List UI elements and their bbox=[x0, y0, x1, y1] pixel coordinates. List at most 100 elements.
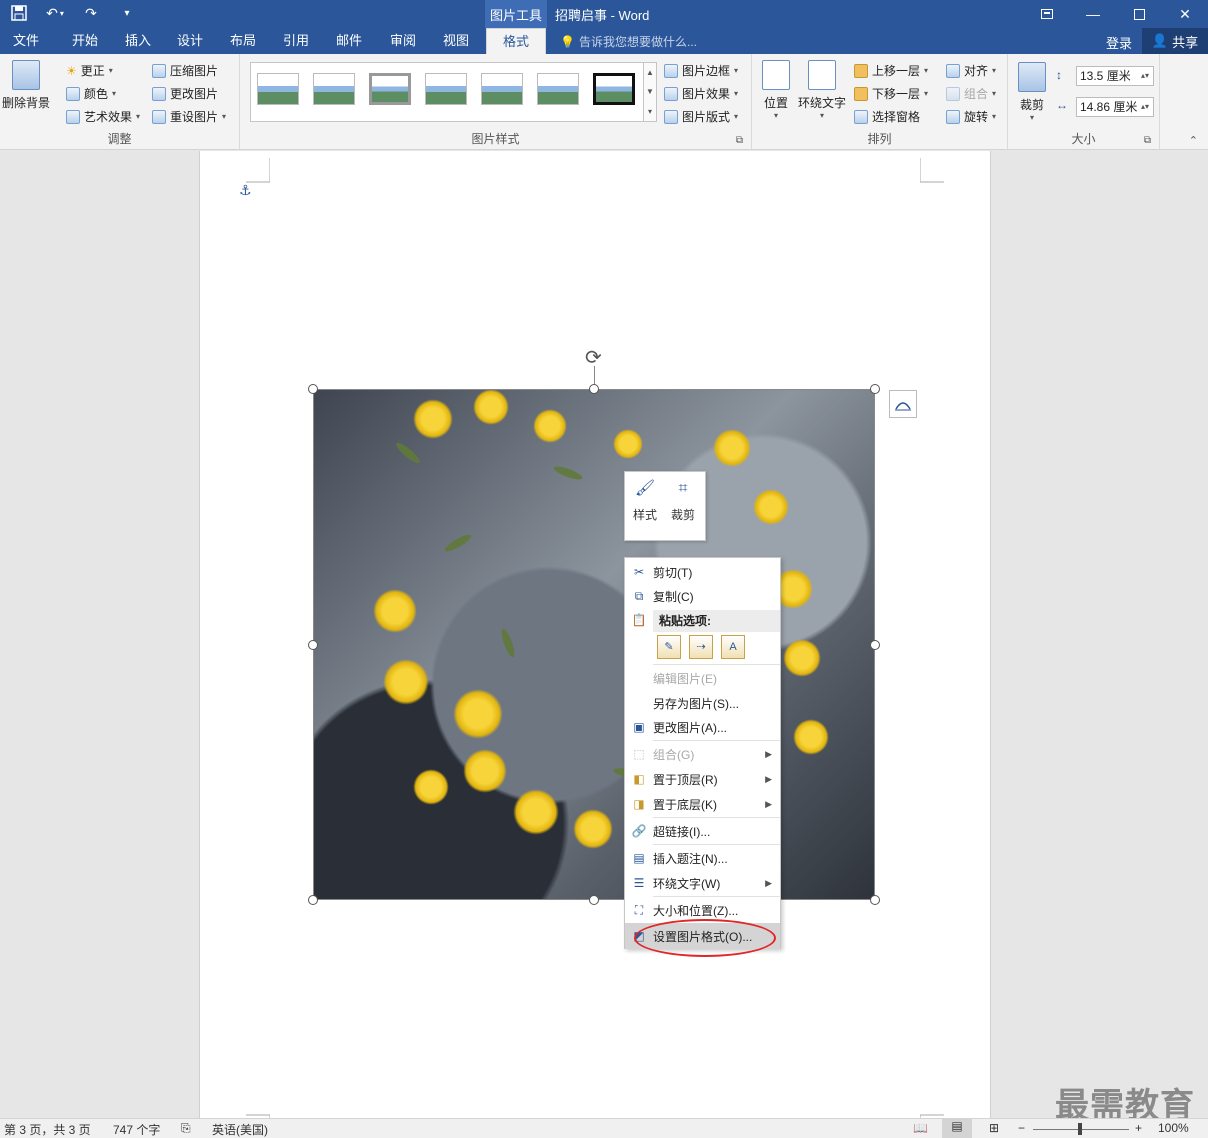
picture-effects-button[interactable]: 图片效果 ▾ bbox=[664, 85, 738, 102]
tell-me-box[interactable]: 💡 告诉我您想要做什么... bbox=[560, 33, 697, 50]
tab-review[interactable]: 审阅 bbox=[376, 28, 430, 54]
proofing-icon[interactable]: ⎘ bbox=[181, 1121, 191, 1136]
save-icon[interactable] bbox=[6, 2, 32, 24]
picture-style-thumbnail[interactable] bbox=[425, 73, 467, 105]
tab-file[interactable]: 文件 bbox=[0, 28, 52, 54]
scroll-up-icon[interactable]: ▲ bbox=[646, 68, 654, 77]
maximize-icon[interactable] bbox=[1116, 0, 1162, 28]
menu-item-wrap-text[interactable]: ☰ 环绕文字(W) ▶ bbox=[625, 871, 780, 895]
menu-item-label: 置于底层(K) bbox=[653, 797, 717, 812]
picture-style-thumbnail[interactable] bbox=[369, 73, 411, 105]
language-indicator[interactable]: 英语(美国) bbox=[212, 1121, 268, 1138]
menu-item-save-as-picture[interactable]: 另存为图片(S)... bbox=[625, 691, 780, 715]
rotate-button[interactable]: 旋转 ▾ bbox=[946, 108, 996, 125]
tab-view[interactable]: 视图 bbox=[430, 28, 482, 54]
ribbon-display-options-icon[interactable] bbox=[1024, 0, 1070, 28]
resize-handle-top[interactable] bbox=[589, 384, 599, 394]
gallery-scroll[interactable]: ▲ ▼ ▾ bbox=[643, 62, 657, 122]
resize-handle-right[interactable] bbox=[870, 640, 880, 650]
scroll-down-icon[interactable]: ▼ bbox=[646, 87, 654, 96]
page-count[interactable]: 第 3 页，共 3 页 bbox=[4, 1121, 91, 1138]
remove-background-label: 删除背景 bbox=[2, 96, 51, 110]
dialog-launcher-icon[interactable]: ⧉ bbox=[736, 135, 743, 146]
tab-format[interactable]: 格式 bbox=[486, 28, 546, 54]
compress-pictures-button[interactable]: 压缩图片 bbox=[152, 62, 218, 79]
menu-item-cut[interactable]: ✂ 剪切(T) bbox=[625, 560, 780, 584]
print-layout-icon[interactable]: ▤ bbox=[942, 1119, 972, 1138]
resize-handle-top-right[interactable] bbox=[870, 384, 880, 394]
collapse-ribbon-icon[interactable]: ⌃ bbox=[1189, 134, 1198, 147]
reset-picture-button[interactable]: 重设图片 ▾ bbox=[152, 108, 226, 125]
menu-item-send-to-back[interactable]: ◨ 置于底层(K) ▶ bbox=[625, 792, 780, 816]
selection-pane-button[interactable]: 选择窗格 bbox=[854, 108, 920, 125]
group-objects-button[interactable]: 组合 ▾ bbox=[946, 85, 996, 102]
tab-insert[interactable]: 插入 bbox=[112, 28, 164, 54]
resize-handle-left[interactable] bbox=[308, 640, 318, 650]
size-dialog-launcher-icon[interactable]: ⧉ bbox=[1144, 135, 1151, 146]
close-icon[interactable]: ✕ bbox=[1162, 0, 1208, 28]
shape-width-field[interactable]: 14.86 厘米 ▴▾ bbox=[1076, 97, 1154, 117]
picture-style-thumbnail[interactable] bbox=[481, 73, 523, 105]
customize-qat-button[interactable]: ▾ bbox=[114, 2, 140, 24]
layout-options-icon[interactable] bbox=[889, 390, 917, 418]
menu-item-label: 另存为图片(S)... bbox=[653, 696, 739, 711]
login-link[interactable]: 登录 bbox=[1106, 33, 1132, 52]
send-backward-button[interactable]: 下移一层 ▾ bbox=[854, 85, 928, 102]
position-button[interactable]: 位置 ▾ bbox=[762, 60, 790, 120]
mini-style-button[interactable]: 🖌 样式 bbox=[633, 478, 657, 523]
picture-layout-button[interactable]: 图片版式 ▾ bbox=[664, 108, 738, 125]
picture-style-thumbnail[interactable] bbox=[257, 73, 299, 105]
read-mode-icon[interactable]: 📖 bbox=[913, 1121, 928, 1135]
layout-icon bbox=[664, 109, 678, 124]
paste-keep-source-icon[interactable]: ✎ bbox=[657, 635, 681, 659]
tab-home[interactable]: 开始 bbox=[58, 28, 112, 54]
resize-handle-bottom-left[interactable] bbox=[308, 895, 318, 905]
tab-references[interactable]: 引用 bbox=[270, 28, 322, 54]
share-button[interactable]: 👤 共享 bbox=[1142, 28, 1208, 54]
flower-shape bbox=[513, 789, 559, 835]
minimize-icon[interactable]: — bbox=[1070, 0, 1116, 28]
zoom-in-icon[interactable]: + bbox=[1135, 1121, 1142, 1135]
wrap-text-button[interactable]: 环绕文字 ▾ bbox=[798, 60, 846, 120]
tab-design[interactable]: 设计 bbox=[164, 28, 216, 54]
menu-item-copy[interactable]: ⧉ 复制(C) bbox=[625, 584, 780, 608]
crop-button[interactable]: 裁剪 ▾ bbox=[1018, 62, 1046, 122]
shape-height-field[interactable]: 13.5 厘米 ▴▾ bbox=[1076, 66, 1154, 86]
tell-me-text: 告诉我您想要做什么... bbox=[578, 35, 697, 49]
word-count[interactable]: 747 个字 bbox=[113, 1121, 160, 1138]
picture-style-thumbnail[interactable] bbox=[593, 73, 635, 105]
redo-icon[interactable]: ↷ bbox=[78, 2, 104, 24]
picture-border-button[interactable]: 图片边框 ▾ bbox=[664, 62, 738, 79]
tab-mailings[interactable]: 邮件 bbox=[322, 28, 376, 54]
gallery-more-icon[interactable]: ▾ bbox=[648, 107, 652, 116]
selected-picture[interactable] bbox=[313, 389, 875, 900]
menu-item-change-picture[interactable]: ▣ 更改图片(A)... bbox=[625, 715, 780, 739]
resize-handle-bottom-right[interactable] bbox=[870, 895, 880, 905]
paste-picture-icon[interactable]: ⇢ bbox=[689, 635, 713, 659]
bring-forward-button[interactable]: 上移一层 ▾ bbox=[854, 62, 928, 79]
web-layout-icon[interactable]: ⊞ bbox=[989, 1121, 999, 1135]
zoom-out-icon[interactable]: − bbox=[1018, 1121, 1025, 1135]
menu-item-hyperlink[interactable]: 🔗 超链接(I)... bbox=[625, 819, 780, 843]
zoom-slider-thumb[interactable] bbox=[1078, 1123, 1082, 1135]
rotate-handle-icon[interactable]: ⟳ bbox=[585, 345, 602, 370]
menu-separator bbox=[653, 664, 780, 665]
menu-item-insert-caption[interactable]: ▤ 插入题注(N)... bbox=[625, 846, 780, 870]
zoom-level[interactable]: 100% bbox=[1158, 1121, 1189, 1135]
resize-handle-top-left[interactable] bbox=[308, 384, 318, 394]
paste-text-only-icon[interactable]: A bbox=[721, 635, 745, 659]
artistic-effects-button[interactable]: 艺术效果 ▾ bbox=[66, 108, 140, 125]
change-picture-button[interactable]: 更改图片 bbox=[152, 85, 218, 102]
picture-style-thumbnail[interactable] bbox=[537, 73, 579, 105]
resize-handle-bottom[interactable] bbox=[589, 895, 599, 905]
color-button[interactable]: 颜色 ▾ bbox=[66, 85, 116, 102]
mini-crop-button[interactable]: ⌗ 裁剪 bbox=[671, 478, 695, 523]
undo-icon[interactable]: ↶ ▾ bbox=[42, 2, 68, 24]
group-picture-styles: ▲ ▼ ▾ 图片边框 ▾ 图片效果 ▾ 图片版式 ▾ 图片样式 ⧉ bbox=[240, 54, 752, 150]
align-button[interactable]: 对齐 ▾ bbox=[946, 62, 996, 79]
corrections-button[interactable]: ☀ 更正 ▾ bbox=[66, 62, 113, 79]
remove-background-button[interactable]: 删除背景 bbox=[2, 60, 50, 111]
tab-layout[interactable]: 布局 bbox=[216, 28, 270, 54]
picture-style-thumbnail[interactable] bbox=[313, 73, 355, 105]
menu-item-bring-to-front[interactable]: ◧ 置于顶层(R) ▶ bbox=[625, 767, 780, 791]
